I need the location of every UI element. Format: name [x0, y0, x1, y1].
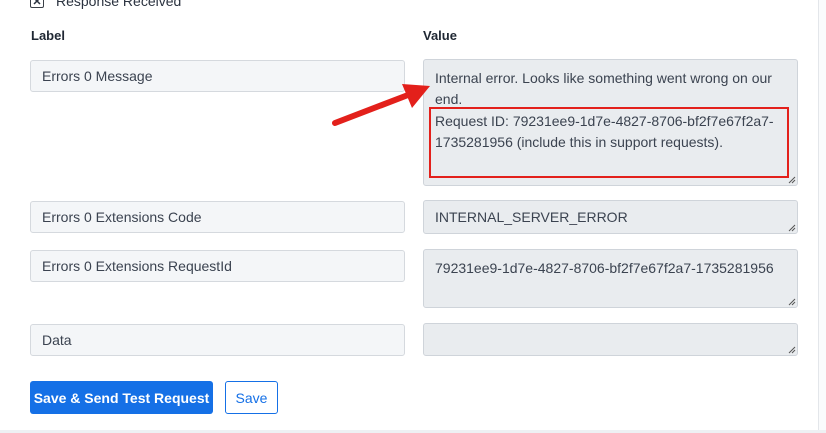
extensions-requestid-text: 79231ee9-1d7e-4827-8706-bf2f7e67f2a7-173…	[435, 260, 774, 276]
errors-0-extensions-code-label-field[interactable]: Errors 0 Extensions Code	[30, 201, 405, 233]
data-label-field[interactable]: Data	[30, 324, 405, 356]
errors-0-extensions-code-value-field[interactable]: INTERNAL_SERVER_ERROR	[423, 200, 798, 234]
test-response-panel: Response Received Label Value Errors 0 M…	[0, 0, 826, 433]
response-received-toggle[interactable]: Response Received	[30, 0, 181, 9]
extensions-code-text: INTERNAL_SERVER_ERROR	[435, 209, 628, 225]
response-received-label: Response Received	[56, 0, 182, 9]
resize-grip-icon[interactable]	[787, 175, 796, 184]
panel-edge	[818, 0, 826, 433]
resize-grip-icon[interactable]	[787, 345, 796, 354]
error-message-text: Internal error. Looks like something wen…	[435, 70, 772, 107]
label-column-header: Label	[31, 28, 65, 43]
resize-grip-icon[interactable]	[787, 297, 796, 306]
value-column-header: Value	[423, 28, 457, 43]
request-id-text: Request ID: 79231ee9-1d7e-4827-8706-bf2f…	[435, 113, 774, 150]
data-value-field[interactable]	[423, 323, 798, 356]
save-and-send-test-request-button[interactable]: Save & Send Test Request	[30, 381, 213, 414]
annotation-arrow-icon	[332, 84, 430, 126]
resize-grip-icon[interactable]	[787, 223, 796, 232]
errors-0-extensions-requestid-value-field[interactable]: 79231ee9-1d7e-4827-8706-bf2f7e67f2a7-173…	[423, 249, 798, 308]
checkbox-checked-icon[interactable]	[30, 0, 44, 8]
errors-0-extensions-requestid-label-field[interactable]: Errors 0 Extensions RequestId	[30, 250, 405, 282]
errors-0-message-value-field[interactable]: Internal error. Looks like something wen…	[423, 59, 798, 186]
save-button[interactable]: Save	[225, 381, 278, 414]
